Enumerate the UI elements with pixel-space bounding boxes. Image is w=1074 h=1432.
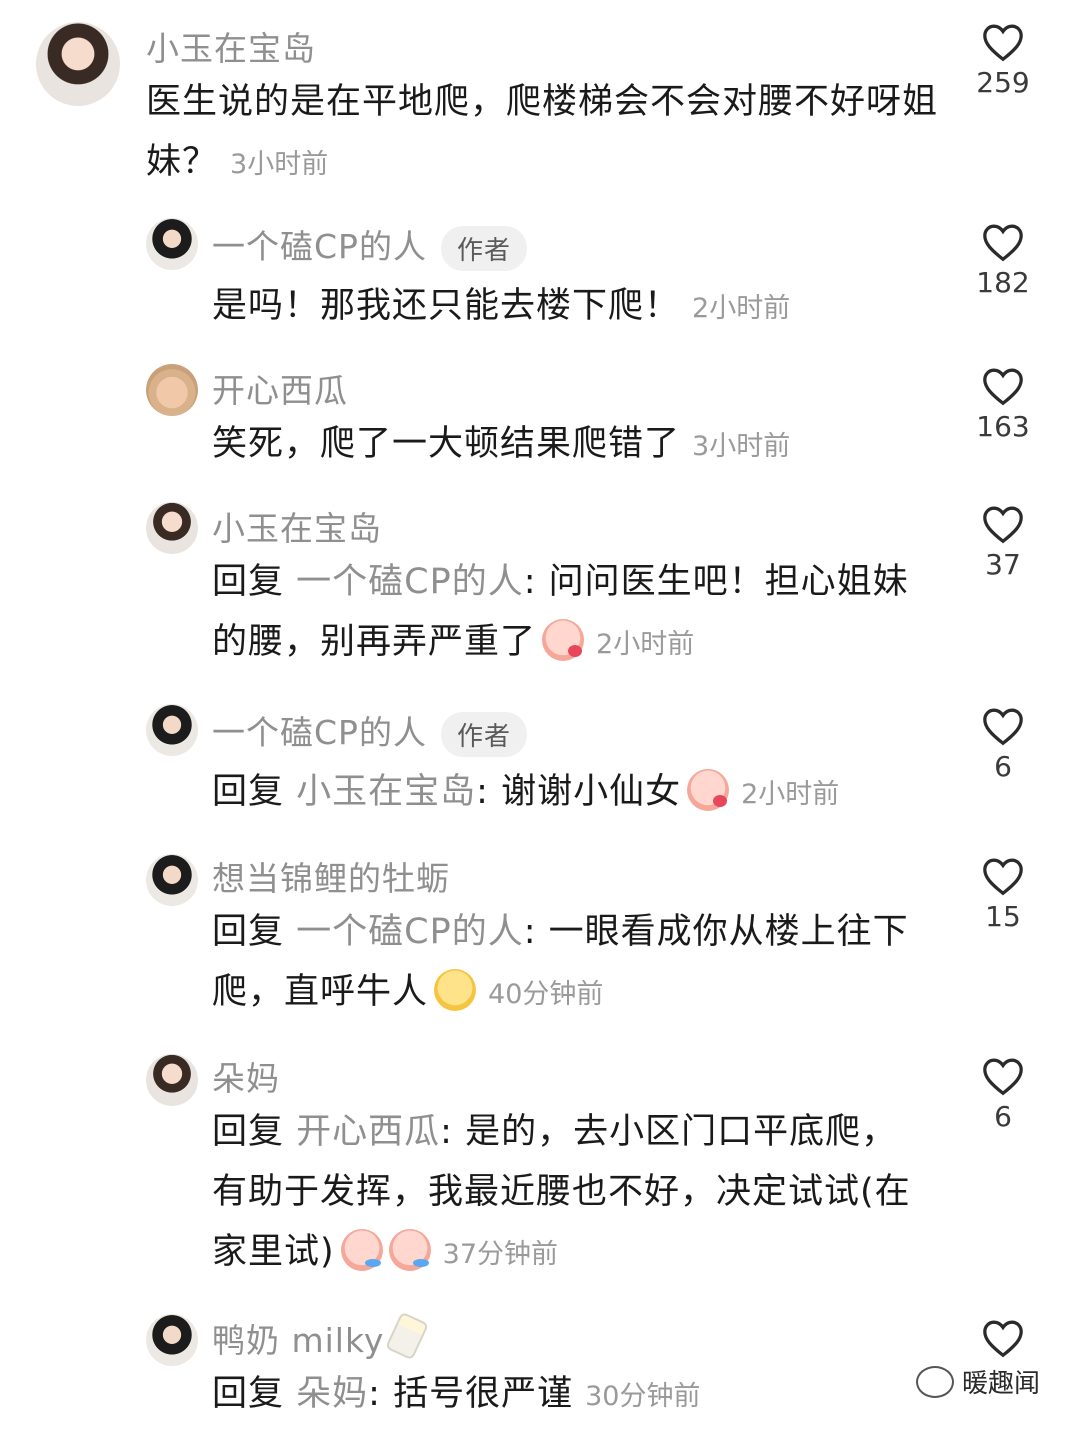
blush-emoji-icon bbox=[542, 619, 585, 661]
avatar[interactable] bbox=[146, 704, 198, 756]
like-count: 163 bbox=[976, 410, 1030, 443]
like-button[interactable] bbox=[968, 1318, 1038, 1358]
username-text: 一个磕CP的人 bbox=[212, 713, 427, 752]
reply-label: 回复 bbox=[212, 1374, 285, 1414]
laughing-emoji-icon bbox=[434, 969, 477, 1011]
crying-emoji-icon bbox=[340, 1229, 383, 1271]
crying-emoji-icon bbox=[388, 1229, 431, 1271]
like-button[interactable]: 6 bbox=[968, 706, 1038, 783]
comment-username[interactable]: 一个磕CP的人 作者 bbox=[212, 220, 527, 271]
comment-body: : 谢谢小仙女 bbox=[476, 772, 682, 812]
comment-username[interactable]: 朵妈 bbox=[212, 1052, 280, 1100]
milk-bottle-icon bbox=[385, 1311, 430, 1361]
blush-emoji-icon bbox=[687, 769, 730, 811]
heart-icon bbox=[983, 1320, 1023, 1358]
comment-username[interactable]: 一个磕CP的人 作者 bbox=[212, 706, 527, 757]
comment-body: : 括号很严谨 bbox=[368, 1374, 574, 1414]
comment-text: 笑死，爬了一大顿结果爬错了 3小时前 bbox=[212, 414, 932, 477]
comment-time: 2小时前 bbox=[741, 779, 840, 810]
avatar[interactable] bbox=[146, 218, 198, 270]
reply-label: 回复 bbox=[212, 1112, 285, 1152]
comment-text: 回复 朵妈: 括号很严谨 30分钟前 bbox=[212, 1364, 912, 1427]
avatar[interactable] bbox=[146, 1054, 198, 1106]
like-button[interactable]: 182 bbox=[968, 222, 1038, 299]
like-button[interactable]: 37 bbox=[968, 504, 1038, 581]
like-count: 6 bbox=[994, 1100, 1012, 1133]
heart-icon bbox=[983, 224, 1023, 262]
author-badge: 作者 bbox=[440, 712, 527, 757]
comment-body: 笑死，爬了一大顿结果爬错了 bbox=[212, 424, 681, 464]
comment-time: 3小时前 bbox=[692, 431, 791, 462]
like-count: 182 bbox=[976, 266, 1030, 299]
comment-time: 30分钟前 bbox=[585, 1381, 701, 1412]
comment-time: 2小时前 bbox=[692, 293, 791, 324]
comment-username[interactable]: 小玉在宝岛 bbox=[146, 22, 316, 70]
reply-target-user[interactable]: 朵妈 bbox=[296, 1374, 368, 1414]
like-count: 37 bbox=[985, 548, 1021, 581]
comment-username[interactable]: 开心西瓜 bbox=[212, 364, 348, 412]
reply-target-user[interactable]: 一个磕CP的人 bbox=[296, 912, 524, 952]
like-button[interactable]: 6 bbox=[968, 1056, 1038, 1133]
avatar[interactable] bbox=[146, 854, 198, 906]
comment-text: 回复 小玉在宝岛: 谢谢小仙女 2小时前 bbox=[212, 762, 942, 825]
comment-username[interactable]: 想当锦鲤的牡蛎 bbox=[212, 852, 450, 900]
comment-text: 回复 一个磕CP的人: 问问医生吧！担心姐妹的腰，别再弄严重了 2小时前 bbox=[212, 552, 942, 675]
comment-time: 2小时前 bbox=[596, 629, 695, 660]
heart-icon bbox=[983, 506, 1023, 544]
comment-text: 回复 开心西瓜: 是的，去小区门口平底爬，有助于发挥，我最近腰也不好，决定试试(… bbox=[212, 1102, 912, 1285]
username-text: 一个磕CP的人 bbox=[212, 227, 427, 266]
like-count: 15 bbox=[985, 900, 1021, 933]
watermark: 暖趣闻 bbox=[915, 1363, 1040, 1400]
comment-time: 40分钟前 bbox=[488, 979, 604, 1010]
avatar[interactable] bbox=[146, 1314, 198, 1366]
like-button[interactable]: 15 bbox=[968, 856, 1038, 933]
heart-icon bbox=[983, 708, 1023, 746]
comment-text: 医生说的是在平地爬，爬楼梯会不会对腰不好呀姐妹？ 3小时前 bbox=[146, 72, 946, 195]
watermark-text: 暖趣闻 bbox=[961, 1369, 1040, 1399]
heart-icon bbox=[983, 1058, 1023, 1096]
comment-text: 是吗！那我还只能去楼下爬！ 2小时前 bbox=[212, 276, 932, 339]
like-button[interactable]: 163 bbox=[968, 366, 1038, 443]
author-badge: 作者 bbox=[440, 226, 527, 271]
comment-time: 3小时前 bbox=[230, 149, 329, 180]
avatar[interactable] bbox=[36, 22, 120, 106]
comment-username[interactable]: 小玉在宝岛 bbox=[212, 502, 382, 550]
heart-icon bbox=[983, 368, 1023, 406]
like-count: 6 bbox=[994, 750, 1012, 783]
reply-target-user[interactable]: 开心西瓜 bbox=[296, 1112, 440, 1152]
username-text: 鸭奶 milky bbox=[212, 1321, 385, 1360]
avatar[interactable] bbox=[146, 364, 198, 416]
like-button[interactable]: 259 bbox=[968, 22, 1038, 99]
reply-label: 回复 bbox=[212, 912, 285, 952]
reply-label: 回复 bbox=[212, 772, 285, 812]
comment-username[interactable]: 鸭奶 milky bbox=[212, 1311, 430, 1362]
comment-body: 是吗！那我还只能去楼下爬！ bbox=[212, 286, 681, 326]
avatar[interactable] bbox=[146, 502, 198, 554]
heart-icon bbox=[983, 24, 1023, 62]
reply-target-user[interactable]: 小玉在宝岛 bbox=[296, 772, 476, 812]
reply-label: 回复 bbox=[212, 562, 285, 602]
wechat-icon bbox=[915, 1365, 954, 1398]
comment-time: 37分钟前 bbox=[442, 1239, 559, 1270]
heart-icon bbox=[983, 858, 1023, 896]
reply-target-user[interactable]: 一个磕CP的人 bbox=[296, 562, 524, 602]
like-count: 259 bbox=[976, 66, 1030, 99]
comment-text: 回复 一个磕CP的人: 一眼看成你从楼上往下爬，直呼牛人 40分钟前 bbox=[212, 902, 942, 1025]
